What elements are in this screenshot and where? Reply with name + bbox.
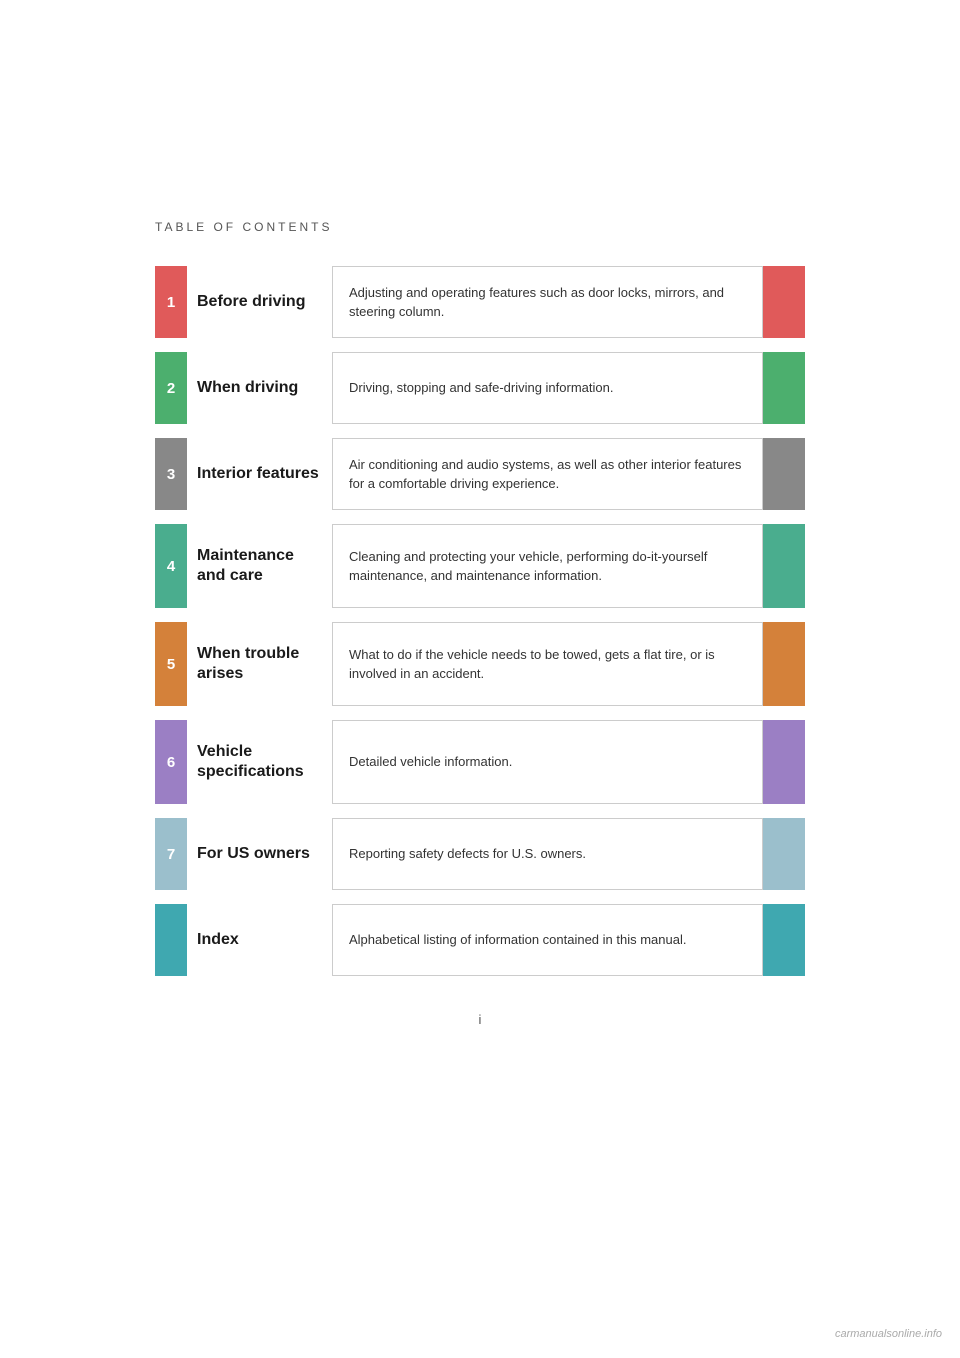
chapter-label-6-line2: specifications [197,762,304,782]
chapter-label-5-line2: arises [197,664,243,684]
toc-row-1[interactable]: 1 Before driving Adjusting and operating… [155,266,805,338]
chapter-number-7: 7 [155,818,187,890]
chapter-label-4-line1: Maintenance [197,546,294,566]
chapter-description-2: Driving, stopping and safe-driving infor… [332,352,763,424]
chapter-label-4: Maintenance and care [187,524,332,608]
chapter-number-2: 2 [155,352,187,424]
chapter-label-6-line1: Vehicle [197,742,252,762]
toc-row-5[interactable]: 5 When trouble arises What to do if the … [155,622,805,706]
chapter-description-index: Alphabetical listing of information cont… [332,904,763,976]
chapter-color-block-2 [763,352,805,424]
chapter-label-5-line1: When trouble [197,644,299,664]
chapter-color-block-1 [763,266,805,338]
chapter-number-index [155,904,187,976]
watermark: carmanualsonline.info [835,1328,942,1340]
chapter-label-7: For US owners [187,818,332,890]
chapter-color-block-4 [763,524,805,608]
chapter-label-2: When driving [187,352,332,424]
chapter-label-3: Interior features [187,438,332,510]
page-container: TABLE OF CONTENTS 1 Before driving Adjus… [0,0,960,1358]
chapter-label-5: When trouble arises [187,622,332,706]
toc-row-2[interactable]: 2 When driving Driving, stopping and saf… [155,352,805,424]
chapter-color-block-index [763,904,805,976]
chapter-label-1: Before driving [187,266,332,338]
toc-row-6[interactable]: 6 Vehicle specifications Detailed vehicl… [155,720,805,804]
chapter-description-4: Cleaning and protecting your vehicle, pe… [332,524,763,608]
toc-row-3[interactable]: 3 Interior features Air conditioning and… [155,438,805,510]
chapter-color-block-5 [763,622,805,706]
chapter-label-index: Index [187,904,332,976]
chapter-color-block-7 [763,818,805,890]
chapter-description-6: Detailed vehicle information. [332,720,763,804]
chapter-description-7: Reporting safety defects for U.S. owners… [332,818,763,890]
chapter-number-3: 3 [155,438,187,510]
chapter-label-6: Vehicle specifications [187,720,332,804]
chapter-number-6: 6 [155,720,187,804]
page-number: i [155,1012,805,1027]
chapter-number-5: 5 [155,622,187,706]
table-of-contents-title: TABLE OF CONTENTS [155,220,805,234]
toc-row-7[interactable]: 7 For US owners Reporting safety defects… [155,818,805,890]
chapter-color-block-6 [763,720,805,804]
chapter-number-4: 4 [155,524,187,608]
chapter-description-3: Air conditioning and audio systems, as w… [332,438,763,510]
toc-row-index[interactable]: Index Alphabetical listing of informatio… [155,904,805,976]
toc-list: 1 Before driving Adjusting and operating… [155,266,805,976]
chapter-label-4-line2: and care [197,566,263,586]
chapter-number-1: 1 [155,266,187,338]
chapter-description-5: What to do if the vehicle needs to be to… [332,622,763,706]
chapter-description-1: Adjusting and operating features such as… [332,266,763,338]
chapter-color-block-3 [763,438,805,510]
toc-row-4[interactable]: 4 Maintenance and care Cleaning and prot… [155,524,805,608]
